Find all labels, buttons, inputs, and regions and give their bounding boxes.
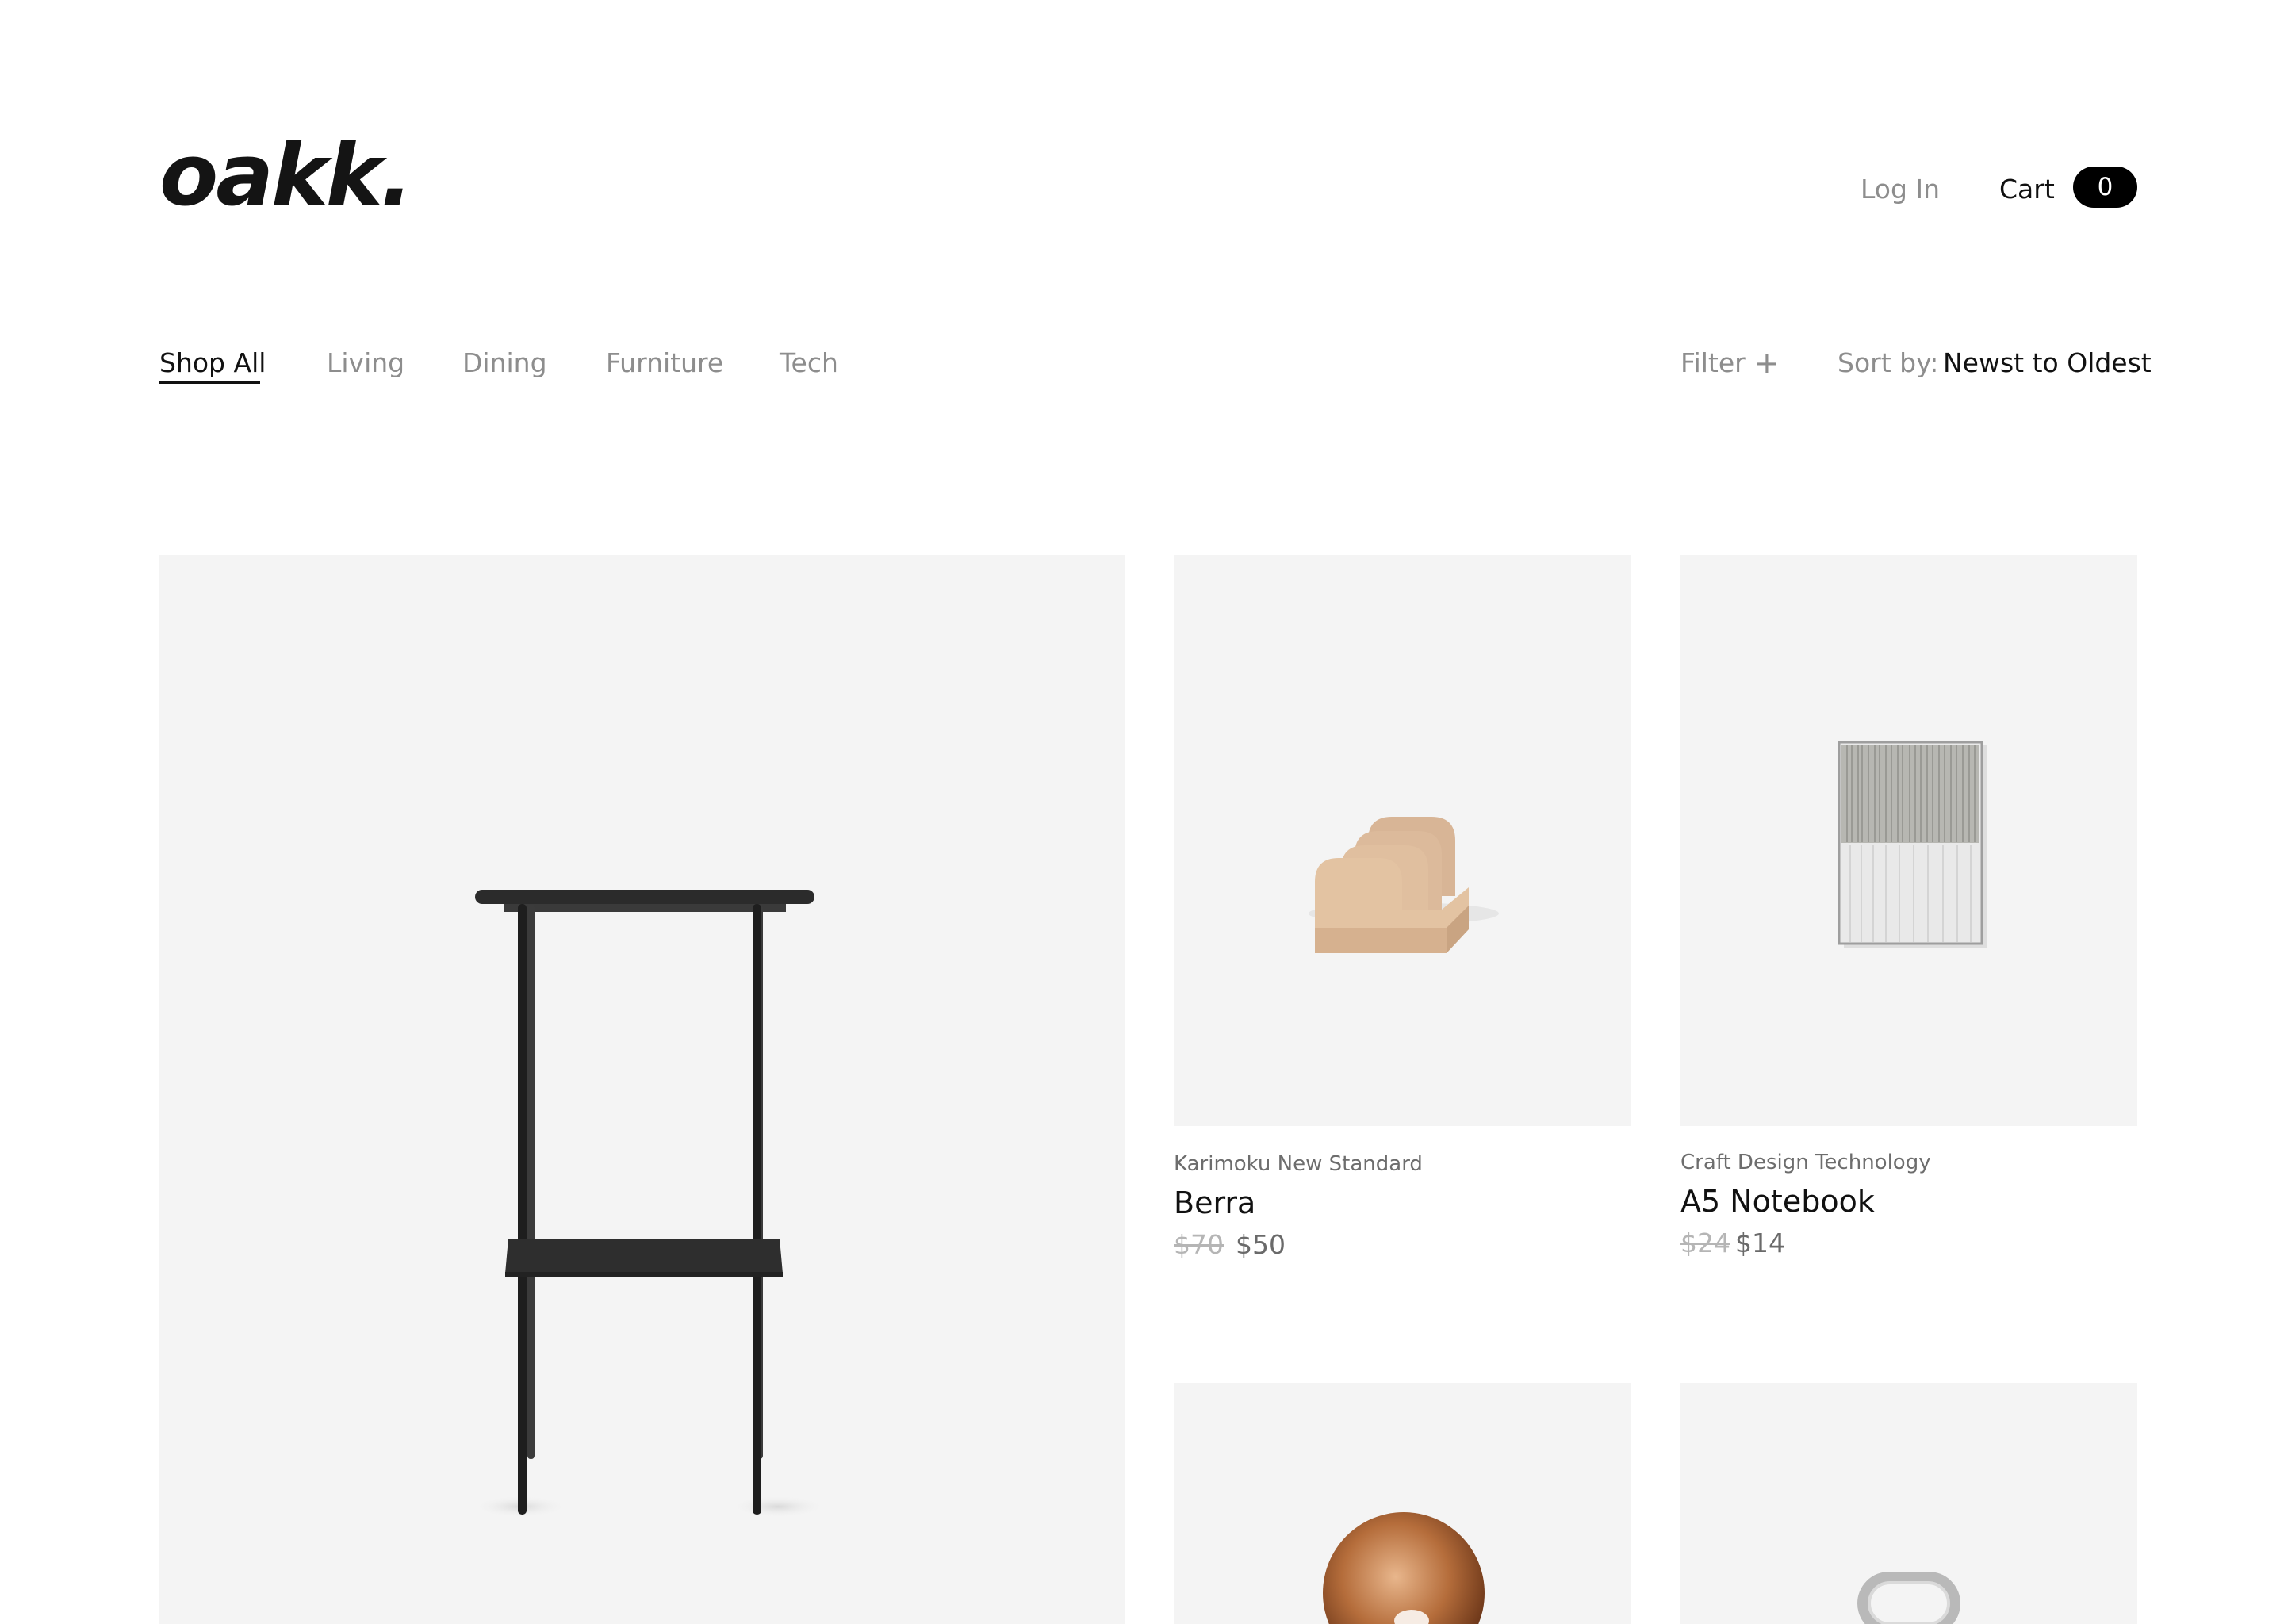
plus-icon[interactable]: +: [1754, 347, 1780, 379]
sort-dropdown[interactable]: Newst to Oldest: [1943, 347, 2152, 379]
nav-tech[interactable]: Tech: [780, 347, 838, 379]
original-price: $70: [1174, 1229, 1224, 1260]
filter-button[interactable]: Filter: [1680, 347, 1746, 379]
nav-dining[interactable]: Dining: [462, 347, 547, 379]
nav-active-underline: [159, 381, 260, 384]
sort-label: Sort by:: [1838, 347, 1939, 378]
nav-living[interactable]: Living: [327, 347, 404, 379]
original-price: $24: [1680, 1228, 1730, 1258]
cart-count-badge[interactable]: 0: [2073, 167, 2137, 208]
brand-logo[interactable]: oakk.: [159, 133, 413, 219]
nav-furniture[interactable]: Furniture: [606, 347, 723, 379]
product-card-a5-notebook[interactable]: [1680, 555, 2137, 1126]
login-link[interactable]: Log In: [1861, 174, 1940, 205]
sale-price: $14: [1735, 1228, 1785, 1258]
product-name[interactable]: A5 Notebook: [1680, 1183, 1875, 1220]
page: oakk. Log In Cart 0 Shop All Living Dini…: [0, 0, 2284, 1624]
copper-object-image: [1323, 1512, 1485, 1624]
product-card-copper-object[interactable]: [1174, 1383, 1631, 1624]
product-name[interactable]: Berra: [1174, 1185, 1255, 1221]
product-brand: Craft Design Technology: [1680, 1151, 1931, 1174]
cart-link[interactable]: Cart: [1999, 174, 2055, 205]
side-table-image: [473, 890, 826, 1518]
sale-price: $50: [1236, 1229, 1286, 1260]
berra-image: [1309, 817, 1499, 953]
product-card-side-table[interactable]: [159, 555, 1125, 1624]
product-card-glass-object[interactable]: [1680, 1383, 2137, 1624]
product-card-berra[interactable]: [1174, 555, 1631, 1126]
notebook-image: [1838, 741, 1987, 948]
nav-shop-all[interactable]: Shop All: [159, 347, 266, 379]
product-brand: Karimoku New Standard: [1174, 1152, 1423, 1176]
glass-object-image: [1857, 1572, 1960, 1624]
